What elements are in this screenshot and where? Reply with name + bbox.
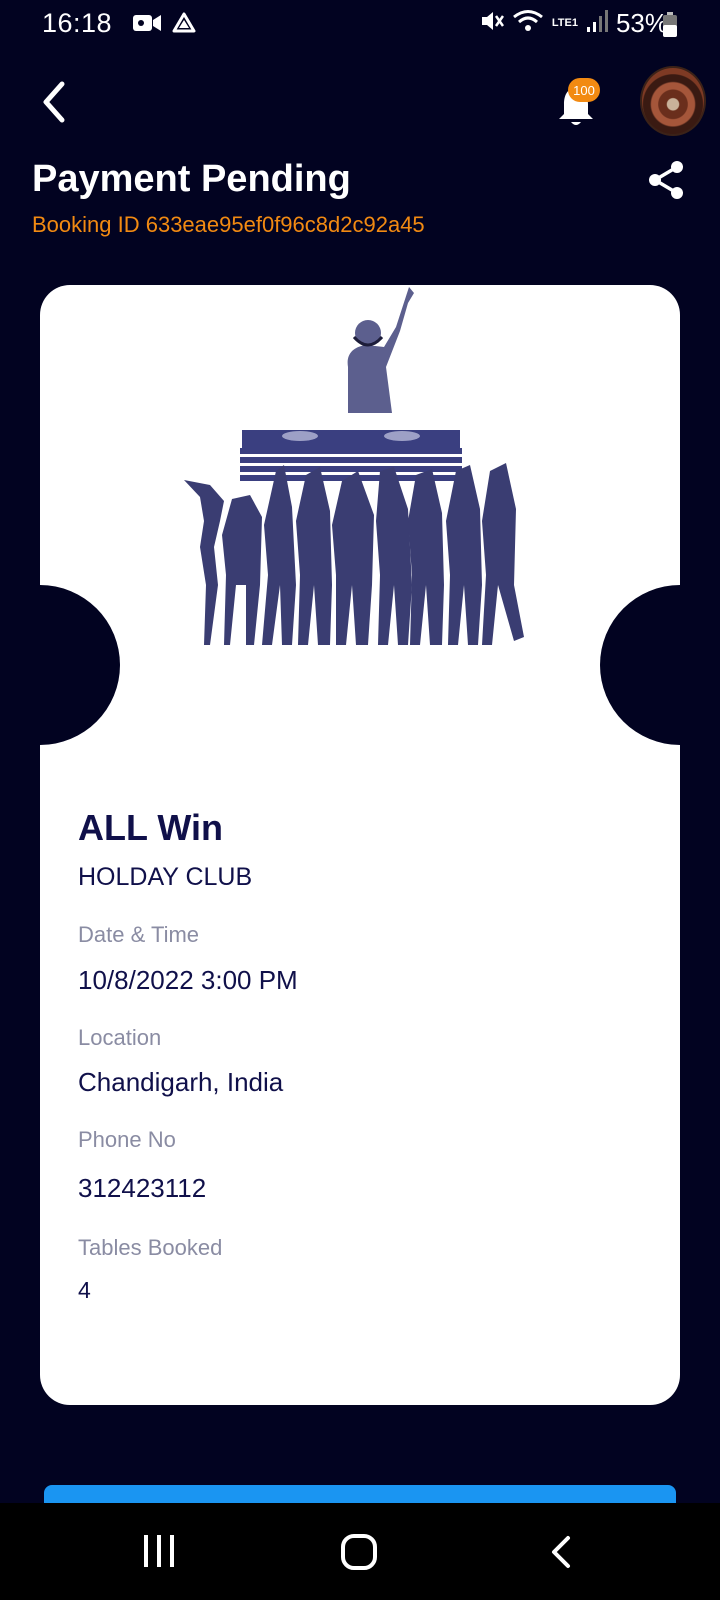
tables-booked-value: 4 [78, 1277, 91, 1303]
share-button[interactable] [646, 160, 686, 200]
location-value: Chandigarh, India [78, 1067, 284, 1097]
nav-back-icon[interactable] [548, 1535, 574, 1574]
venue-name: HOLDAY CLUB [78, 863, 253, 891]
lte-label: LTE1 [551, 17, 578, 29]
ticket-card: ALL Win HOLDAY CLUB Date & Time 10/8/202… [40, 285, 680, 1405]
drive-icon [172, 12, 196, 39]
mute-icon [478, 8, 504, 39]
page-title: Payment Pending [32, 158, 351, 200]
back-arrow-icon [43, 81, 65, 123]
battery-icon [662, 12, 678, 43]
dj-party-illustration [184, 287, 524, 645]
signal-icon [586, 9, 608, 38]
system-nav-bar [0, 1503, 720, 1600]
date-time-value: 10/8/2022 3:00 PM [78, 965, 298, 995]
back-button[interactable] [36, 78, 76, 126]
event-name: ALL Win [78, 807, 223, 848]
battery-percent: 53% [615, 8, 668, 38]
date-time-label: Date & Time [78, 922, 200, 947]
home-icon[interactable] [340, 1533, 378, 1576]
video-camera-icon [132, 12, 162, 39]
status-bar: 16:18 LTE1 53% [0, 0, 720, 48]
recent-apps-icon[interactable] [140, 1533, 178, 1574]
status-right-group: LTE1 53% [478, 8, 668, 39]
wifi-icon [512, 8, 544, 39]
status-time: 16:18 [42, 8, 113, 38]
phone-label: Phone No [78, 1127, 176, 1152]
location-label: Location [78, 1025, 162, 1050]
avatar[interactable] [640, 66, 706, 136]
ticket-notch-right [600, 585, 680, 745]
ticket-notch-left [40, 585, 120, 745]
tables-booked-label: Tables Booked [78, 1235, 223, 1260]
share-icon [649, 161, 683, 199]
booking-id: Booking ID 633eae95ef0f96c8d2c92a45 [32, 212, 425, 237]
notification-badge: 100 [568, 78, 600, 102]
phone-value: 312423112 [78, 1173, 207, 1203]
